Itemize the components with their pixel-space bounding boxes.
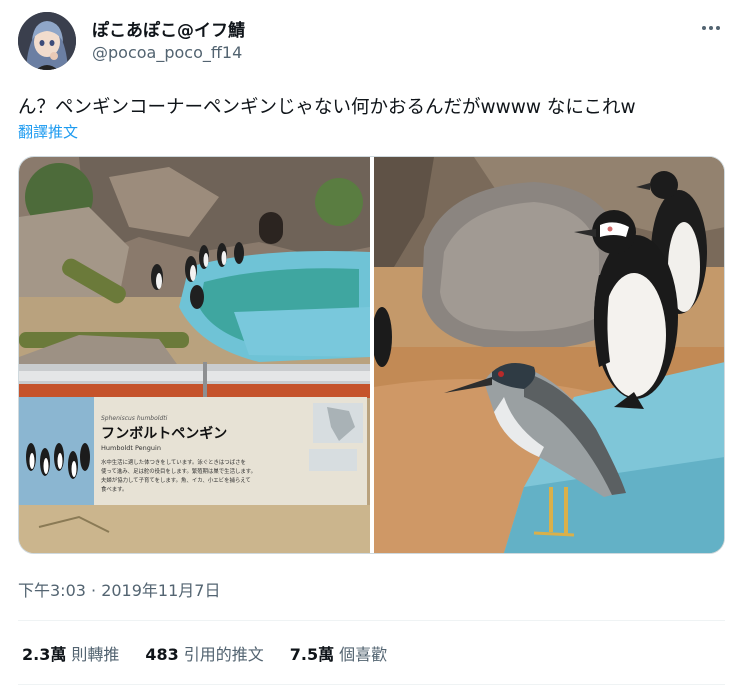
retweets-label: 則轉推 [71,645,120,664]
anime-character-avatar-icon [18,12,76,70]
sign-body-line: 夫婦が協力して子育てをします。魚、イカ、小エビを捕らえて [101,476,251,484]
photo-penguin-enclosure[interactable]: Spheniscus humboldti フンボルトペンギン Humboldt … [19,157,370,553]
likes-stat[interactable]: 7.5萬 個喜歡 [290,641,387,665]
more-options-icon[interactable] [699,18,723,38]
sign-body-line: 食べます。 [101,485,127,493]
likes-count: 7.5萬 [289,645,335,664]
tweet-header: ぽこあぽこ@イフ鯖 @pocoa_poco_ff14 [18,12,725,72]
tweet-timestamp[interactable]: 下午3:03 · 2019年11月7日 [18,577,220,601]
sign-body-line: 水中生活に適した体つきをしています。泳ぐときはつばさを [101,458,246,466]
translate-tweet-link[interactable]: 翻譯推文 [18,121,78,142]
avatar[interactable] [18,12,76,70]
media-grid: Spheniscus humboldti フンボルトペンギン Humboldt … [18,156,725,554]
sign-latin-name: Spheniscus humboldti [101,415,168,422]
photo-night-heron[interactable] [374,157,724,553]
sign-body-line: 使って進み、足は舵の役目をします。繁殖期は巣で生活します。 [101,467,256,475]
engagement-stats: 2.3萬 則轉推 483 引用的推文 7.5萬 個喜歡 [22,641,387,665]
quotes-label: 引用的推文 [183,645,264,664]
retweets-count: 2.3萬 [22,645,67,664]
divider [18,684,725,685]
user-handle[interactable]: @pocoa_poco_ff14 [92,43,242,62]
display-name[interactable]: ぽこあぽこ@イフ鯖 [92,16,245,41]
sign-english-name: Humboldt Penguin [101,444,161,452]
sign-title: フンボルトペンギン [101,425,227,442]
retweets-stat[interactable]: 2.3萬 則轉推 [22,641,119,665]
likes-label: 個喜歡 [339,645,388,664]
quotes-stat[interactable]: 483 引用的推文 [145,641,263,665]
divider [18,620,725,621]
quotes-count: 483 [145,645,179,664]
tweet-text: ん？ペンギンコーナーペンギンじゃない何かおるんだがwwww なにこれw [18,97,636,118]
